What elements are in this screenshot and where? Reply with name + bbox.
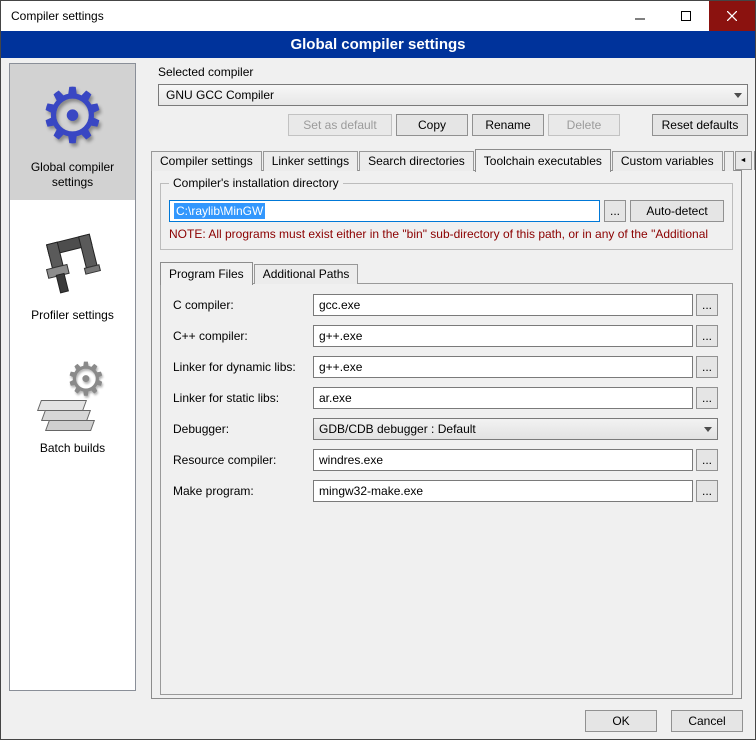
field-row-debugger: Debugger: GDB/CDB debugger : Default: [173, 418, 718, 440]
cpp-compiler-value: g++.exe: [319, 329, 362, 343]
blue-gear-icon: ⚙: [38, 78, 106, 154]
tab-custom-variables[interactable]: Custom variables: [612, 151, 723, 171]
make-program-input[interactable]: mingw32-make.exe: [313, 480, 693, 502]
c-compiler-input[interactable]: gcc.exe: [313, 294, 693, 316]
installation-directory-input[interactable]: C:\raylib\MinGW: [169, 200, 600, 222]
linker-static-browse-button[interactable]: ...: [696, 387, 718, 409]
resource-compiler-label: Resource compiler:: [173, 453, 313, 467]
cancel-button[interactable]: Cancel: [671, 710, 743, 732]
chevron-down-icon: [729, 85, 747, 105]
installation-directory-group: Compiler's installation directory C:\ray…: [160, 183, 733, 250]
close-icon: [727, 11, 737, 21]
debugger-label: Debugger:: [173, 422, 313, 436]
linker-dynamic-label: Linker for dynamic libs:: [173, 360, 313, 374]
installation-directory-value: C:\raylib\MinGW: [174, 203, 265, 219]
field-row-resource-compiler: Resource compiler: windres.exe ...: [173, 449, 718, 471]
field-row-linker-static: Linker for static libs: ar.exe ...: [173, 387, 718, 409]
title-bar: Compiler settings: [1, 1, 755, 31]
reset-defaults-button[interactable]: Reset defaults: [652, 114, 748, 136]
linker-dynamic-browse-button[interactable]: ...: [696, 356, 718, 378]
field-row-c-compiler: C compiler: gcc.exe ...: [173, 294, 718, 316]
field-row-linker-dynamic: Linker for dynamic libs: g++.exe ...: [173, 356, 718, 378]
toolchain-executables-panel: Compiler's installation directory C:\ray…: [151, 170, 742, 699]
linker-static-input[interactable]: ar.exe: [313, 387, 693, 409]
program-files-panel: C compiler: gcc.exe ... C++ compiler: g+…: [160, 283, 733, 695]
linker-static-label: Linker for static libs:: [173, 391, 313, 405]
cpp-compiler-input[interactable]: g++.exe: [313, 325, 693, 347]
dialog-header: Global compiler settings: [1, 31, 755, 58]
field-row-cpp-compiler: C++ compiler: g++.exe ...: [173, 325, 718, 347]
sidebar-item-batch-builds[interactable]: ⚙ Batch builds: [10, 345, 135, 466]
auto-detect-button[interactable]: Auto-detect: [630, 200, 724, 222]
minimize-icon: [635, 11, 645, 21]
dialog-header-title: Global compiler settings: [290, 36, 465, 53]
settings-category-list: ⚙ Global compiler settings Profiler set: [9, 63, 136, 691]
make-program-value: mingw32-make.exe: [319, 484, 423, 498]
debugger-value: GDB/CDB debugger : Default: [319, 422, 476, 436]
resource-compiler-input[interactable]: windres.exe: [313, 449, 693, 471]
selected-compiler-value: GNU GCC Compiler: [166, 88, 274, 102]
copy-button[interactable]: Copy: [396, 114, 468, 136]
installation-directory-note: NOTE: All programs must exist either in …: [169, 227, 724, 241]
tab-linker-settings[interactable]: Linker settings: [263, 151, 358, 171]
maximize-button[interactable]: [663, 1, 709, 31]
tab-toolchain-executables[interactable]: Toolchain executables: [475, 149, 611, 172]
gear-stack-icon: ⚙: [31, 356, 115, 438]
make-program-browse-button[interactable]: ...: [696, 480, 718, 502]
tab-program-files[interactable]: Program Files: [160, 262, 253, 285]
resource-compiler-browse-button[interactable]: ...: [696, 449, 718, 471]
set-as-default-button[interactable]: Set as default: [288, 114, 392, 136]
window-controls: [617, 1, 755, 31]
c-compiler-value: gcc.exe: [319, 298, 360, 312]
sidebar-item-global-compiler-settings[interactable]: ⚙ Global compiler settings: [10, 64, 135, 200]
delete-button[interactable]: Delete: [548, 114, 620, 136]
linker-static-value: ar.exe: [319, 391, 352, 405]
installation-directory-group-title: Compiler's installation directory: [169, 176, 343, 190]
maximize-icon: [681, 11, 691, 21]
field-row-make-program: Make program: mingw32-make.exe ...: [173, 480, 718, 502]
cpp-compiler-label: C++ compiler:: [173, 329, 313, 343]
rename-button[interactable]: Rename: [472, 114, 544, 136]
selected-compiler-label: Selected compiler: [158, 65, 749, 79]
clamp-icon: [36, 225, 110, 303]
tab-additional-paths[interactable]: Additional Paths: [254, 264, 359, 284]
chevron-down-icon: [699, 419, 717, 439]
c-compiler-label: C compiler:: [173, 298, 313, 312]
linker-dynamic-value: g++.exe: [319, 360, 362, 374]
window-title: Compiler settings: [1, 9, 104, 23]
resource-compiler-value: windres.exe: [319, 453, 383, 467]
make-program-label: Make program:: [173, 484, 313, 498]
debugger-select[interactable]: GDB/CDB debugger : Default: [313, 418, 718, 440]
sidebar-item-profiler-settings[interactable]: Profiler settings: [10, 212, 135, 333]
close-button[interactable]: [709, 1, 755, 31]
compiler-actions: Set as default Copy Rename Delete Reset …: [158, 114, 748, 136]
program-files-tab-bar: Program Files Additional Paths: [160, 262, 741, 284]
tab-search-directories[interactable]: Search directories: [359, 151, 474, 171]
ok-button[interactable]: OK: [585, 710, 657, 732]
settings-tab-bar: Compiler settings Linker settings Search…: [151, 149, 742, 171]
linker-dynamic-input[interactable]: g++.exe: [313, 356, 693, 378]
selected-compiler-select[interactable]: GNU GCC Compiler: [158, 84, 748, 106]
tab-build-options[interactable]: Build: [724, 151, 734, 171]
main-panel: Selected compiler GNU GCC Compiler Set a…: [146, 63, 749, 699]
minimize-button[interactable]: [617, 1, 663, 31]
sidebar-item-label: Global compiler settings: [13, 160, 132, 190]
sidebar-item-label: Batch builds: [40, 441, 105, 456]
compiler-settings-dialog: Compiler settings Global compiler settin…: [0, 0, 756, 740]
tab-compiler-settings[interactable]: Compiler settings: [151, 151, 262, 171]
sidebar-item-label: Profiler settings: [31, 308, 114, 323]
tab-scroll-controls: ◄ ►: [735, 151, 756, 170]
cpp-compiler-browse-button[interactable]: ...: [696, 325, 718, 347]
installation-directory-browse-button[interactable]: ...: [604, 200, 626, 222]
c-compiler-browse-button[interactable]: ...: [696, 294, 718, 316]
tab-scroll-left-button[interactable]: ◄: [735, 151, 752, 170]
